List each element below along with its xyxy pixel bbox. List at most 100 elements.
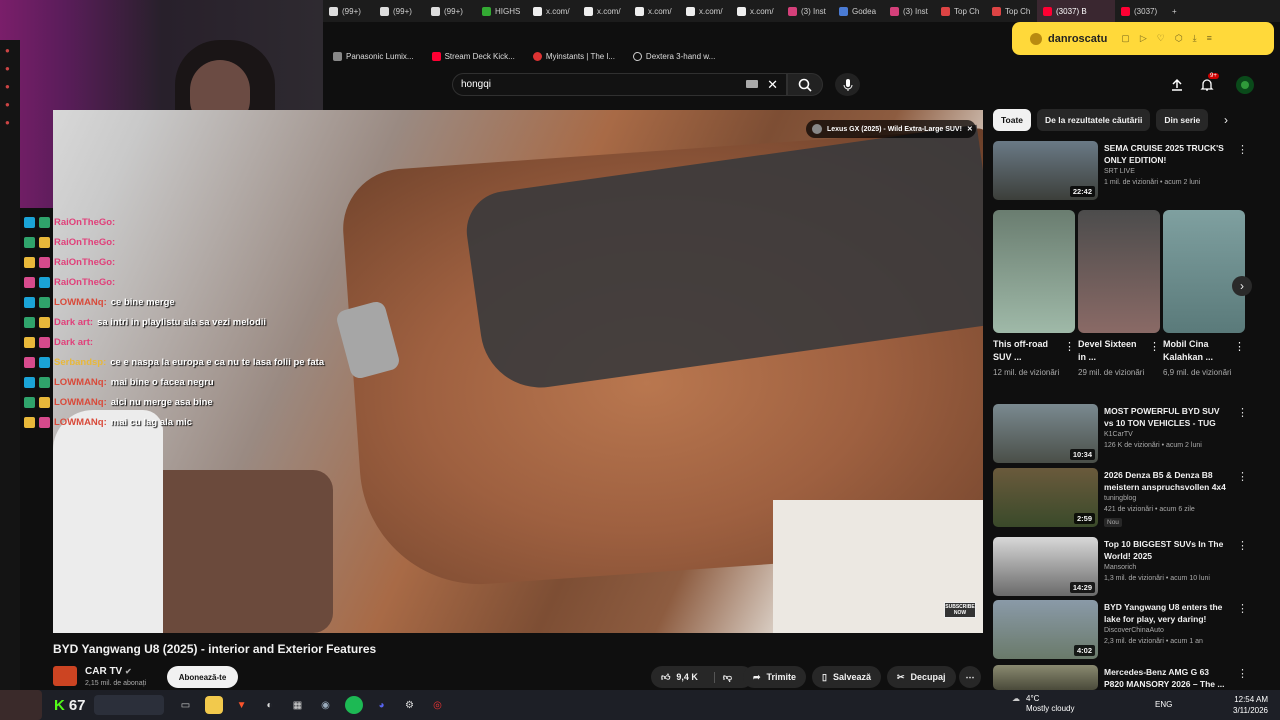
chevron-right-icon[interactable]: › <box>1224 113 1228 127</box>
spotify-icon[interactable] <box>344 696 363 714</box>
video-thumbnail[interactable]: 14:29 <box>993 537 1098 596</box>
browser-tab[interactable]: (99+) <box>323 0 374 22</box>
more-vert-icon[interactable]: ⋮ <box>1234 340 1245 353</box>
brave-icon[interactable]: ▼ <box>233 696 251 714</box>
browser-tab[interactable]: x.com/ <box>629 0 680 22</box>
more-vert-icon[interactable]: ⋮ <box>1237 602 1248 615</box>
browser-tab[interactable]: x.com/ <box>578 0 629 22</box>
keyboard-icon[interactable] <box>746 80 758 88</box>
recommended-video[interactable]: 10:34 MOST POWERFUL BYD SUV vs 10 TON VEH… <box>993 404 1253 464</box>
discord-icon[interactable]: ◕ <box>373 696 391 714</box>
recommended-video[interactable]: 14:29 Top 10 BIGGEST SUVs In The World! 2… <box>993 537 1253 597</box>
kick-counter[interactable]: K 67 <box>54 697 86 714</box>
subscribe-watermark[interactable]: SUBSCRIBE NOW <box>944 602 976 618</box>
browser-tab[interactable]: (3) Inst <box>884 0 935 22</box>
short-thumbnail[interactable] <box>993 210 1075 333</box>
channel-name[interactable]: DiscoverChinaAuto <box>1104 627 1164 634</box>
explorer-icon[interactable] <box>204 696 223 714</box>
chip-from-search[interactable]: De la rezultatele căutării <box>1037 109 1151 131</box>
strip-icon[interactable]: ● <box>5 100 15 110</box>
recommended-video[interactable]: 2:59 2026 Denza B5 & Denza B8 meistern an… <box>993 468 1253 528</box>
share-button[interactable]: ➦ Trimite <box>743 666 807 688</box>
taskbar-search[interactable] <box>93 695 164 715</box>
store-icon[interactable]: ▦ <box>289 696 307 714</box>
shorts-next-button[interactable]: › <box>1232 276 1252 296</box>
strip-icon[interactable]: ● <box>5 64 15 74</box>
video-thumbnail[interactable]: 10:34 <box>993 404 1098 463</box>
browser-tab[interactable]: Godea <box>833 0 884 22</box>
bookmark[interactable]: Stream Deck Kick... <box>431 51 515 61</box>
more-vert-icon[interactable]: ⋮ <box>1237 143 1248 156</box>
clip-button[interactable]: ✂ Decupaj <box>887 666 956 688</box>
video-title[interactable]: BYD Yangwang U8 enters the lake for play… <box>1104 601 1229 625</box>
extension-banner[interactable]: danroscatu ▢ ▷ ♡ ⬡ ⤓ ≡ <box>1012 22 1274 55</box>
search-input[interactable]: hongqi ✕ <box>452 73 787 96</box>
channel-name[interactable]: K1CarTV <box>1104 431 1133 438</box>
more-vert-icon[interactable]: ⋮ <box>1237 667 1248 680</box>
notifications-icon[interactable]: 9+ <box>1198 73 1219 94</box>
channel-name[interactable]: CAR TV ✔ <box>85 666 132 677</box>
menu-icon[interactable]: ≡ <box>1207 33 1212 44</box>
download-icon[interactable]: ⤓ <box>1193 33 1197 44</box>
recommended-video[interactable]: 22:42 SEMA CRUISE 2025 TRUCK'S ONLY EDIT… <box>993 141 1253 201</box>
video-title[interactable]: SEMA CRUISE 2025 TRUCK'S ONLY EDITION! <box>1104 142 1229 166</box>
weather-widget[interactable]: ☁ 4°C Mostly cloudy <box>1012 694 1074 714</box>
channel-name[interactable]: SRT LIVE <box>1104 168 1135 175</box>
video-title[interactable]: Top 10 BIGGEST SUVs In The World! 2025 <box>1104 538 1229 562</box>
more-actions-button[interactable]: ⋯ <box>959 666 981 688</box>
bookmark[interactable]: Panasonic Lumix... <box>333 51 414 61</box>
close-icon[interactable]: ✕ <box>767 77 778 93</box>
app-icon[interactable]: ◎ <box>429 696 447 714</box>
clock[interactable]: 12:54 AM 3/11/2026 <box>1233 694 1268 716</box>
recommended-video[interactable]: 4:02 BYD Yangwang U8 enters the lake for … <box>993 600 1253 660</box>
streamer-avatar[interactable] <box>0 690 42 720</box>
browser-tab[interactable]: (3037) B <box>1037 0 1115 22</box>
video-thumbnail[interactable] <box>993 665 1098 690</box>
save-button[interactable]: ▯ Salvează <box>812 666 881 688</box>
short-meta[interactable]: Devel Sixteen in ... 29 mil. de vizionări… <box>1078 338 1160 398</box>
video-title[interactable]: 2026 Denza B5 & Denza B8 meistern anspru… <box>1104 469 1229 493</box>
short-thumbnail[interactable] <box>1078 210 1160 333</box>
browser-tab[interactable]: Top Ch <box>935 0 986 22</box>
more-vert-icon[interactable]: ⋮ <box>1237 539 1248 552</box>
more-vert-icon[interactable]: ⋮ <box>1237 406 1248 419</box>
avatar[interactable] <box>1236 76 1254 94</box>
upload-icon[interactable] <box>1168 76 1186 94</box>
like-icon[interactable]: 👍︎ <box>661 672 670 683</box>
task-view-icon[interactable]: ▭ <box>177 696 195 714</box>
subscribe-button[interactable]: Abonează-te <box>167 666 238 688</box>
video-title[interactable]: Mercedes-Benz AMG G 63 P820 MANSORY 2026… <box>1104 666 1229 690</box>
browser-tab[interactable]: x.com/ <box>680 0 731 22</box>
browser-tab[interactable]: x.com/ <box>527 0 578 22</box>
search-button[interactable] <box>787 73 823 96</box>
app-icon[interactable]: ⚙ <box>401 696 419 714</box>
app-icon[interactable]: ◐ <box>261 696 279 714</box>
browser-tab[interactable]: (99+) <box>425 0 476 22</box>
toolbar-icon[interactable]: ▢ <box>1121 33 1130 44</box>
bookmark[interactable]: Dextera 3-hand w... <box>632 51 715 61</box>
toolbar-icon[interactable]: ▷ <box>1140 33 1147 44</box>
recommended-video[interactable]: Mercedes-Benz AMG G 63 P820 MANSORY 2026… <box>993 665 1253 690</box>
heart-icon[interactable]: ♡ <box>1157 33 1165 44</box>
browser-tab[interactable]: x.com/ <box>731 0 782 22</box>
voice-search-button[interactable] <box>835 73 860 96</box>
strip-icon[interactable]: ● <box>5 82 15 92</box>
video-thumbnail[interactable]: 4:02 <box>993 600 1098 659</box>
toolbar-icon[interactable]: ⬡ <box>1175 33 1183 44</box>
more-vert-icon[interactable]: ⋮ <box>1149 340 1160 353</box>
more-vert-icon[interactable]: ⋮ <box>1237 470 1248 483</box>
video-overlay-title[interactable]: Lexus GX (2025) - Wild Extra-Large SUV! … <box>806 120 976 138</box>
browser-tab[interactable]: (99+) <box>374 0 425 22</box>
video-thumbnail[interactable]: 22:42 <box>993 141 1098 200</box>
video-thumbnail[interactable]: 2:59 <box>993 468 1098 527</box>
language-indicator[interactable]: ENG <box>1155 700 1172 709</box>
bookmark[interactable]: Myinstants | The l... <box>532 51 615 61</box>
strip-icon[interactable]: ● <box>5 46 15 56</box>
channel-name[interactable]: Mansorich <box>1104 564 1136 571</box>
short-meta[interactable]: This off-road SUV ... 12 mil. de vizionăr… <box>993 338 1075 398</box>
browser-tab[interactable]: Top Ch <box>986 0 1037 22</box>
close-icon[interactable]: ✕ <box>967 125 973 133</box>
chip-from-series[interactable]: Din serie <box>1156 109 1209 131</box>
browser-tab[interactable]: (3037) <box>1115 0 1166 22</box>
short-meta[interactable]: Mobil Cina Kalahkan ... 6,9 mil. de vizio… <box>1163 338 1245 398</box>
